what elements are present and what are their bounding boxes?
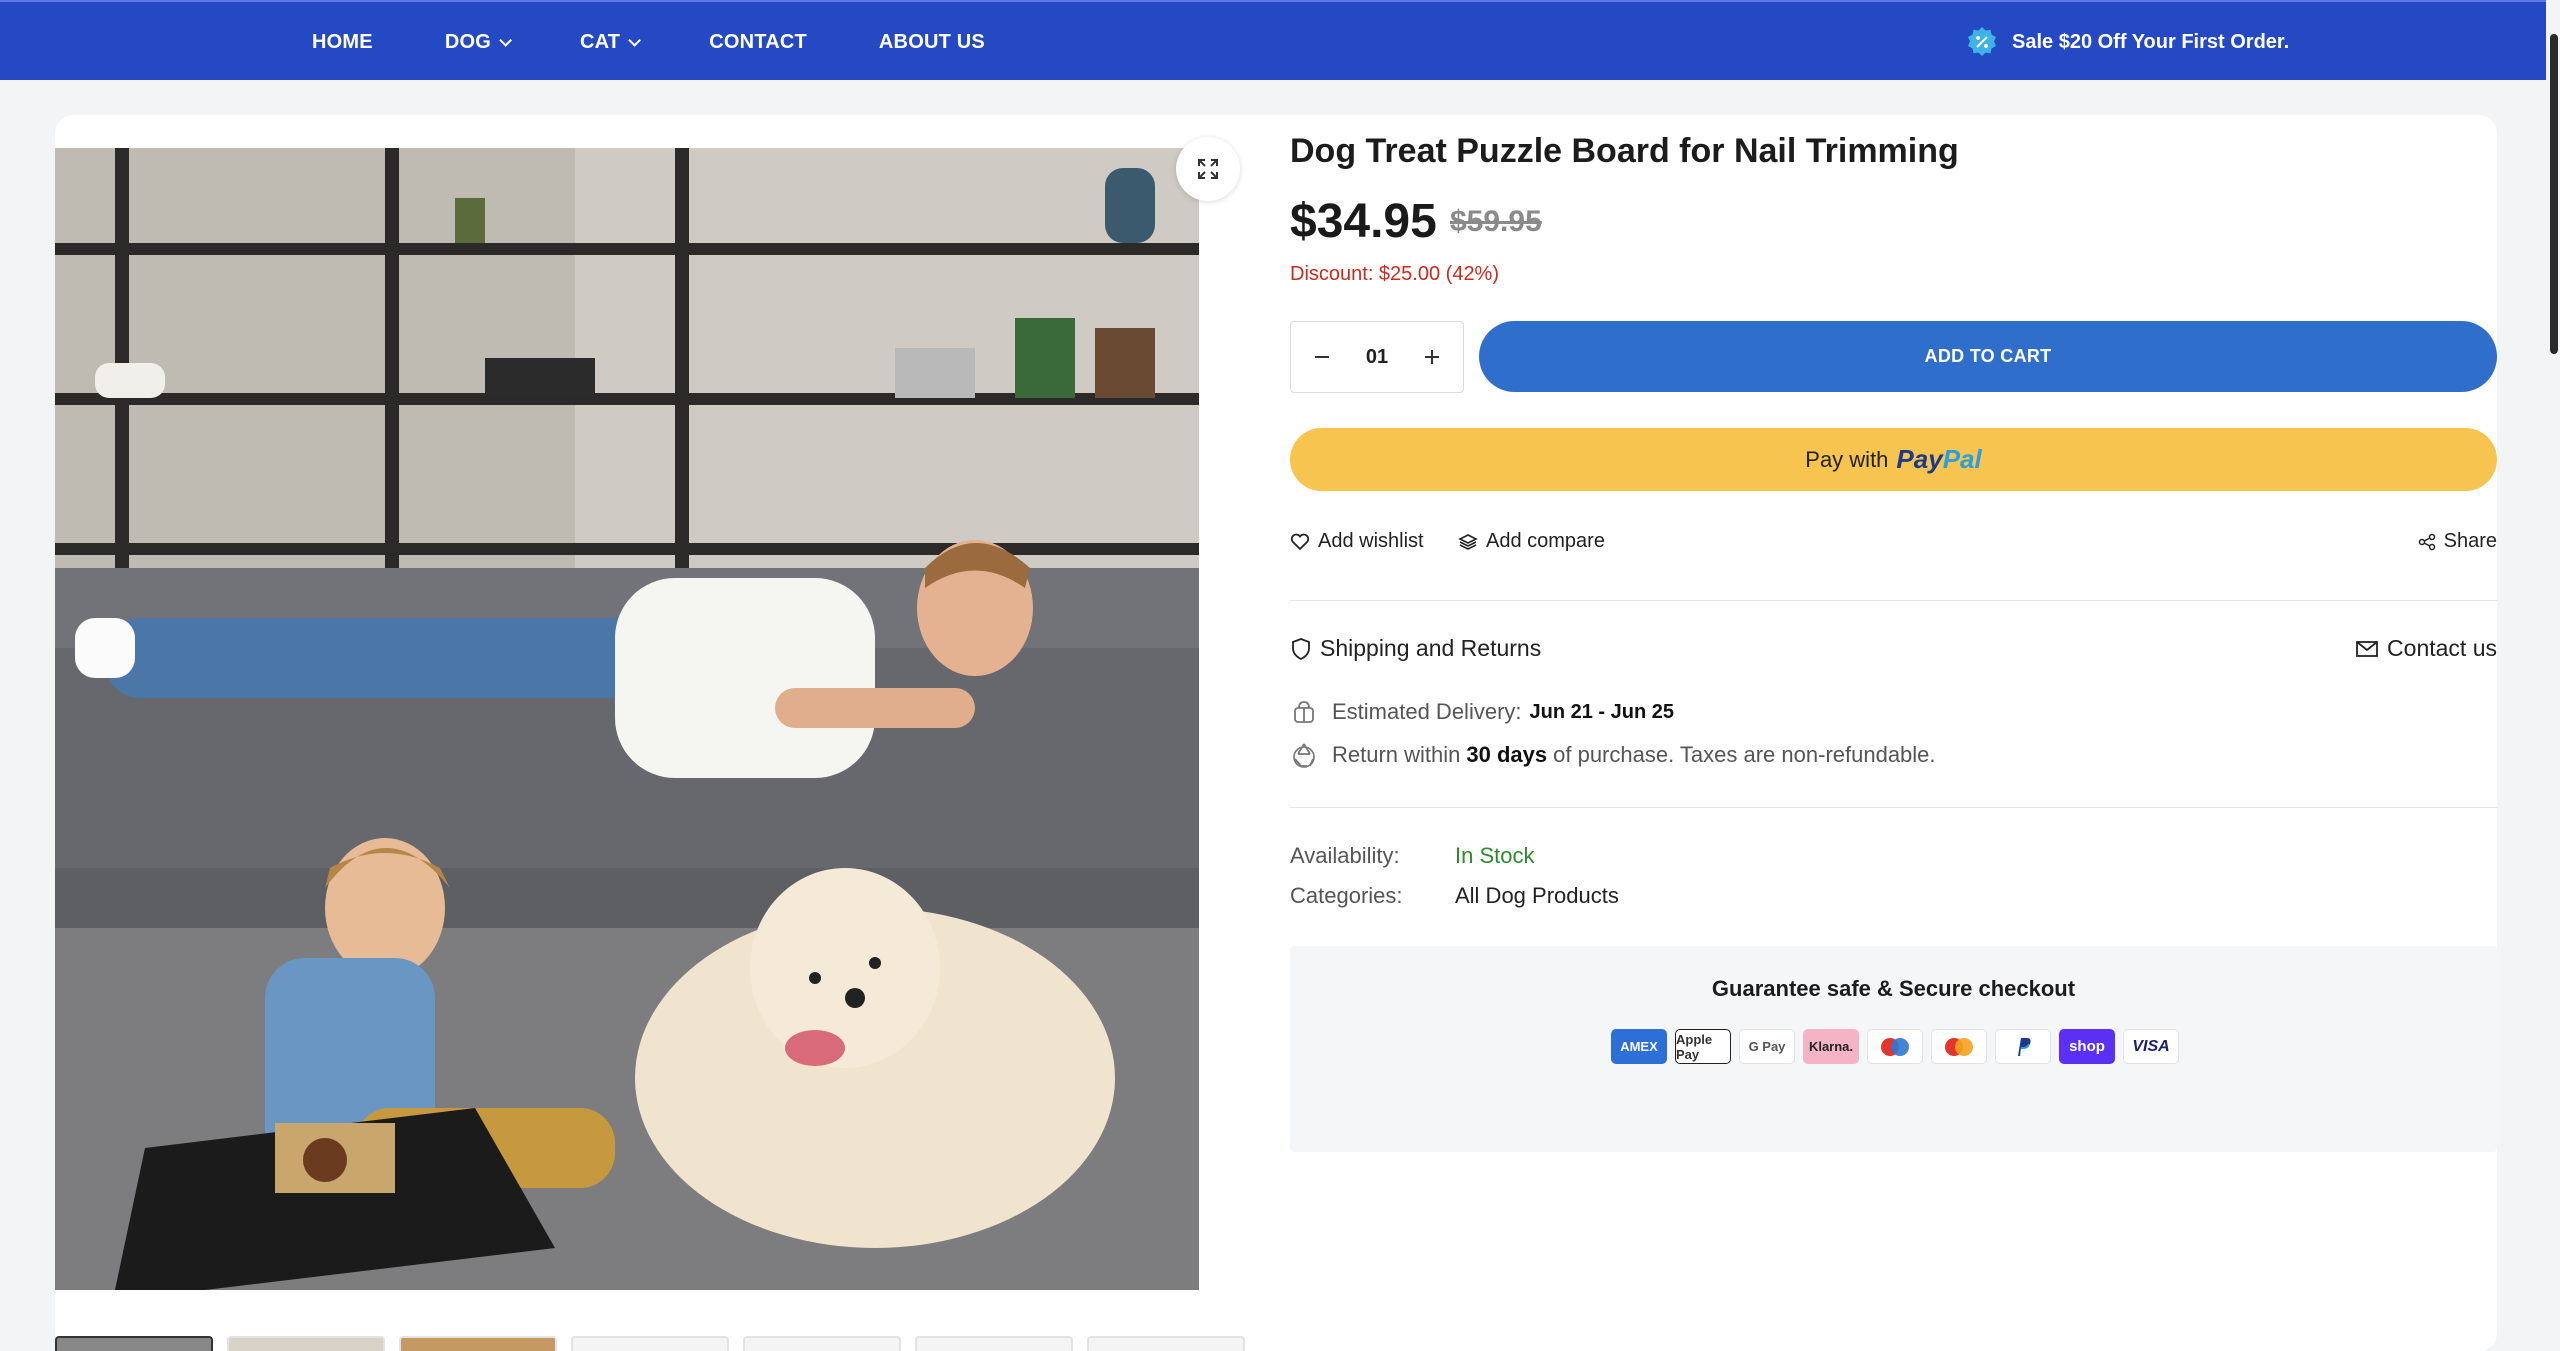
secure-checkout-title: Guarantee safe & Secure checkout (1711, 976, 2076, 1001)
estimated-delivery: Estimated Delivery: Jun 21 - Jun 25 (1290, 698, 1674, 726)
mastercard-logo (1945, 1037, 1973, 1056)
amex-icon: AMEX (1611, 1029, 1667, 1064)
categories-label: Categories: (1290, 883, 1403, 908)
thumbnail-7[interactable] (1087, 1336, 1245, 1351)
nav-item-about-us[interactable]: ABOUT US (879, 31, 985, 54)
top-navigation-bar: HOME DOG CAT CONTACT ABOUT US Sale $20 O… (0, 0, 2560, 80)
nav-item-label: HOME (312, 30, 373, 53)
paypal-mark (2018, 1037, 2031, 1056)
add-compare-button[interactable]: Add compare (1458, 530, 1605, 553)
apple-pay-icon: Apple Pay (1675, 1029, 1731, 1064)
product-price: $34.95 (1290, 195, 1437, 248)
nav-item-label: DOG (444, 30, 491, 53)
return-days: 30 days (1466, 742, 1548, 767)
delivery-dates: Jun 21 - Jun 25 (1529, 700, 1675, 723)
product-photo (55, 148, 1199, 1290)
maestro-icon (1867, 1029, 1923, 1064)
scrollbar-thumb[interactable] (2550, 34, 2558, 354)
thumbnail-5[interactable] (743, 1336, 901, 1351)
discount-text: Discount: $25.00 (42%) (1290, 263, 1500, 285)
promo-banner: Sale $20 Off Your First Order. (1966, 2, 2289, 82)
promo-text: Sale $20 Off Your First Order. (2012, 30, 2290, 53)
delivery-label: Estimated Delivery: (1332, 699, 1522, 724)
klarna-icon: Klarna. (1803, 1029, 1859, 1064)
plus-icon (1425, 350, 1439, 364)
add-to-cart-button[interactable]: ADD TO CART (1479, 321, 2497, 392)
share-label: Share (2443, 530, 2497, 552)
categories-value[interactable]: All Dog Products (1455, 883, 1619, 909)
quantity-input[interactable] (1347, 345, 1407, 369)
shipping-returns-link[interactable]: Shipping and Returns (1290, 635, 1541, 662)
expand-image-button[interactable] (1176, 137, 1240, 201)
thumbnail-6[interactable] (915, 1336, 1073, 1351)
product-actions: Add wishlist Add compare Share (1290, 530, 2497, 560)
availability-label: Availability: (1290, 843, 1400, 868)
increase-quantity-button[interactable] (1417, 342, 1447, 372)
share-button[interactable]: Share (2418, 530, 2497, 553)
add-wishlist-label: Add wishlist (1318, 530, 1424, 552)
shield-icon (1292, 637, 1310, 660)
maestro-logo (1881, 1037, 1909, 1056)
quantity-stepper (1290, 321, 1464, 393)
nav-item-label: CAT (579, 30, 621, 53)
decrease-quantity-button[interactable] (1307, 342, 1337, 372)
return-suffix: of purchase. Taxes are non-refundable. (1553, 742, 1936, 767)
visa-icon: VISA (2123, 1029, 2179, 1064)
paypal-logo-part-2: Pal (1942, 444, 1982, 474)
compare-at-price: $59.95 (1450, 205, 1542, 238)
heart-icon (1290, 533, 1310, 550)
chevron-down-icon (628, 33, 642, 47)
return-prefix: Return within (1332, 742, 1461, 767)
paypal-logo-part-1: Pay (1896, 444, 1943, 474)
availability-value: In Stock (1455, 843, 1535, 868)
delivery-box-icon (1294, 701, 1314, 723)
nav-item-dog[interactable]: DOG (444, 30, 512, 54)
nav-item-label: ABOUT US (878, 30, 985, 53)
divider (1290, 807, 2497, 808)
nav-item-contact[interactable]: CONTACT (709, 31, 807, 54)
thumbnail-strip (55, 1336, 1259, 1351)
add-wishlist-button[interactable]: Add wishlist (1290, 530, 1424, 553)
shipping-row: Shipping and Returns Contact us (1290, 635, 2497, 665)
thumbnail-2[interactable] (227, 1336, 385, 1351)
contact-us-label: Contact us (2387, 635, 2497, 661)
nav-item-home[interactable]: HOME (312, 31, 373, 54)
paypal-checkout-button[interactable]: Pay with Pay Pal (1290, 428, 2497, 491)
expand-icon (1198, 159, 1218, 179)
share-icon (2418, 533, 2435, 550)
shipping-returns-label: Shipping and Returns (1320, 635, 1542, 661)
shop-pay-icon: shop (2059, 1029, 2115, 1064)
mastercard-icon (1931, 1029, 1987, 1064)
layers-icon (1458, 533, 1478, 550)
payment-icons: AMEX Apple Pay G Pay Klarna. shop VISA (1611, 1029, 2187, 1064)
thumbnail-1[interactable] (55, 1336, 213, 1351)
product-title: Dog Treat Puzzle Board for Nail Trimming (1290, 132, 1959, 170)
discount-badge-icon (1966, 26, 1998, 58)
mail-icon (2356, 640, 2378, 657)
nav-item-label: CONTACT (709, 30, 807, 53)
product-main-image[interactable] (55, 148, 1199, 1290)
minus-icon (1315, 356, 1329, 358)
add-to-cart-label: ADD TO CART (1924, 346, 2052, 366)
contact-us-link[interactable]: Contact us (2355, 635, 2497, 662)
thumbnail-3[interactable] (399, 1336, 557, 1351)
paypal-icon (1995, 1029, 2051, 1064)
return-policy: Return within 30 days of purchase. Taxes… (1290, 741, 1936, 769)
chevron-down-icon (499, 33, 512, 47)
paypal-prefix: Pay with (1805, 446, 1889, 472)
google-pay-icon: G Pay (1739, 1029, 1795, 1064)
add-compare-label: Add compare (1486, 530, 1605, 552)
divider (1290, 600, 2497, 601)
thumbnail-4[interactable] (571, 1336, 729, 1351)
page-scrollbar[interactable] (2546, 0, 2560, 1351)
nav-item-cat[interactable]: CAT (579, 30, 642, 54)
secure-checkout-panel: Guarantee safe & Secure checkout AMEX Ap… (1290, 946, 2497, 1152)
main-nav: HOME DOG CAT CONTACT ABOUT US (312, 2, 1057, 82)
recycle-icon (1293, 743, 1315, 768)
